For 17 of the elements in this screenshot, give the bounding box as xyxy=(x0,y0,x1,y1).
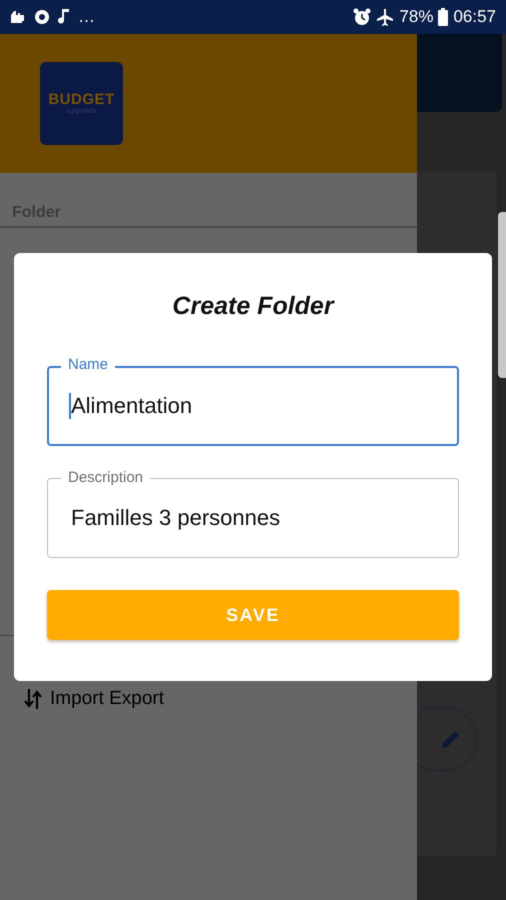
edit-button[interactable] xyxy=(417,707,477,771)
text-field[interactable]: Description Familles 3 personnes xyxy=(47,468,459,558)
text-field[interactable]: Name Alimentation xyxy=(47,356,459,446)
clock: 06:57 xyxy=(453,7,496,27)
field-value: Familles 3 personnes xyxy=(70,505,280,531)
field-value: Alimentation xyxy=(69,393,192,419)
swap-arrows-icon xyxy=(24,688,42,710)
airplane-icon xyxy=(376,8,394,26)
dialog-title: Create Folder xyxy=(171,291,336,321)
notification-overflow: … xyxy=(78,7,95,27)
drawer-item[interactable]: Import Export xyxy=(50,688,164,710)
battery-percent: 78% xyxy=(399,7,434,27)
battery-icon xyxy=(438,8,448,26)
music-note-icon xyxy=(58,8,70,26)
pencil-icon xyxy=(440,728,462,750)
alarm-icon xyxy=(353,8,372,26)
field-label: Description xyxy=(61,469,150,487)
